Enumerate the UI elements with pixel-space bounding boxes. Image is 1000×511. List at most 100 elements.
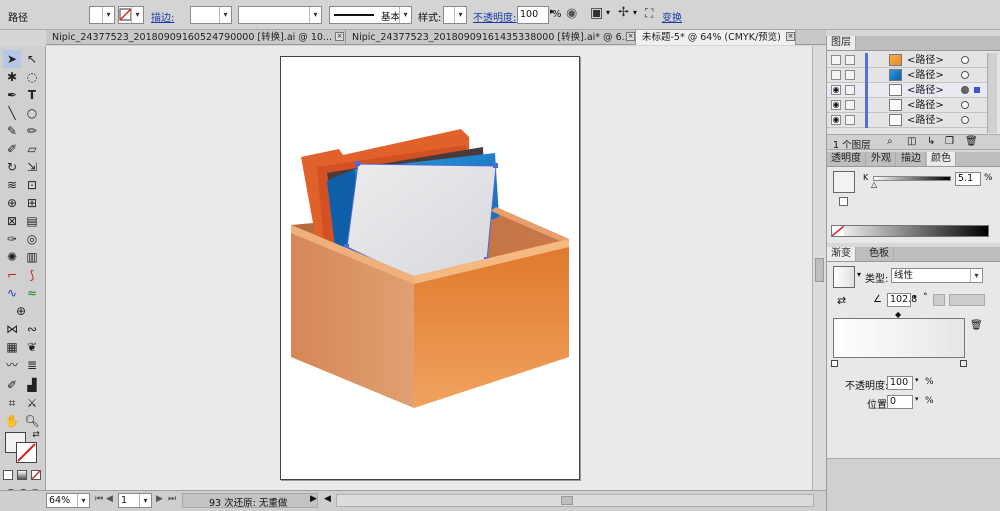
graphic-style-select[interactable]: ▾ [443, 6, 467, 24]
target-icon[interactable] [961, 86, 969, 94]
chevron-down-icon[interactable]: ▾ [857, 270, 861, 279]
ellipse-tool-icon[interactable]: ○ [23, 104, 41, 122]
horizontal-scrollbar[interactable] [336, 494, 814, 507]
lock-toggle[interactable] [845, 55, 855, 65]
gradient-stop-left[interactable] [831, 360, 838, 367]
aspect-ratio-input[interactable] [949, 294, 985, 306]
color-spectrum[interactable] [831, 225, 989, 237]
first-artboard-icon[interactable]: ⏮ [95, 494, 103, 504]
gradient-type-select[interactable]: 线性 ▾ [891, 268, 983, 283]
target-icon[interactable] [961, 71, 969, 79]
tab-layers[interactable]: 图层 [827, 36, 856, 50]
hand-tool-icon[interactable]: ✋ [3, 412, 21, 430]
magic-wand-tool-icon[interactable]: ✱ [3, 68, 21, 86]
none-mode-icon[interactable] [31, 470, 41, 480]
transform-link[interactable]: 变换 [662, 9, 682, 24]
lock-toggle[interactable] [845, 100, 855, 110]
target-tool-icon[interactable]: ⊕ [12, 302, 30, 320]
artboard-number-select[interactable]: 1 ▾ [118, 493, 152, 508]
scroll-left-icon[interactable]: ◀ [324, 494, 331, 504]
type-tool-icon[interactable]: T [23, 86, 41, 104]
shape-builder-tool-icon[interactable]: ⊕ [3, 194, 21, 212]
anchor-point[interactable] [355, 161, 360, 166]
fill-color-swatch[interactable]: ▾ [89, 6, 115, 24]
tab-color[interactable]: 颜色 [927, 152, 956, 166]
swap-icon[interactable]: ⇄ [27, 426, 45, 444]
target-icon[interactable] [961, 101, 969, 109]
next-artboard-icon[interactable]: ▶ [156, 494, 163, 504]
stroke-color-swatch[interactable]: ▾ [118, 6, 144, 24]
zoom-path-tool-icon[interactable]: ≈ [23, 284, 41, 302]
twirl-tool-icon[interactable]: ❦ [23, 338, 41, 356]
brush-definition-select[interactable]: 基本 ▾ [329, 6, 412, 24]
chevron-down-icon[interactable]: ▾ [633, 8, 637, 17]
layer-row[interactable]: <路径> [827, 68, 997, 83]
mesh-tool-icon[interactable]: ⊠ [3, 212, 21, 230]
line-tool-icon[interactable]: ╲ [3, 104, 21, 122]
anchor-point[interactable] [493, 163, 498, 168]
box-illustration[interactable] [281, 57, 581, 481]
rotate-tool-icon[interactable]: ↻ [3, 158, 21, 176]
stroke-weight-select[interactable]: ▾ [190, 6, 232, 24]
smooth-tool-icon[interactable]: 〰 [3, 356, 21, 374]
new-layer-icon[interactable]: ❐ [945, 136, 954, 147]
gradient-tool-icon[interactable]: ▤ [23, 212, 41, 230]
blend-tool-icon[interactable]: ◎ [23, 230, 41, 248]
close-icon[interactable]: × [335, 32, 344, 41]
align-tool-icon[interactable]: ≣ [23, 356, 41, 374]
last-artboard-icon[interactable]: ⏭ [168, 494, 176, 504]
opacity-input[interactable]: 100 [517, 6, 549, 24]
selection-tool-icon[interactable]: ➤ [3, 50, 21, 68]
gradient-swatch[interactable] [833, 266, 855, 288]
target-icon[interactable] [961, 56, 969, 64]
aspect-ratio-icon[interactable] [933, 294, 945, 306]
width-tool-icon[interactable]: ⋈ [3, 320, 21, 338]
close-icon[interactable]: × [626, 32, 635, 41]
scale-tool-icon[interactable]: ⇲ [23, 158, 41, 176]
blob-brush-tool-icon[interactable]: ✐ [3, 140, 21, 158]
pen-tool-icon[interactable]: ✒ [3, 86, 21, 104]
angle-input[interactable]: 102.8 [887, 293, 917, 307]
isolate-icon[interactable]: ⛶ [645, 6, 653, 21]
eraser-tool-icon[interactable]: ▱ [23, 140, 41, 158]
selection-indicator[interactable] [974, 87, 980, 93]
eyedropper-tool-icon[interactable]: ✑ [3, 230, 21, 248]
status-menu-icon[interactable]: ▶ [310, 494, 317, 504]
paintbrush-tool-icon[interactable]: ✎ [3, 122, 21, 140]
tab-document-active[interactable]: 未标题-5* @ 64% (CMYK/预览) [636, 30, 796, 45]
graph-tool-icon[interactable]: ▥ [23, 248, 41, 266]
artboard-tool-icon[interactable]: ⌐ [3, 266, 21, 284]
chevron-down-icon[interactable]: ▾ [913, 293, 917, 301]
stop-opacity-input[interactable]: 100 [887, 376, 913, 390]
tab-gradient[interactable]: 渐变 [827, 247, 856, 261]
tab-document-2[interactable]: Nipic_24377523_20180909161435338000 [转换]… [346, 30, 636, 45]
k-value-input[interactable]: 5.1 [955, 172, 981, 186]
close-icon[interactable]: × [786, 32, 795, 41]
align-icon[interactable]: ✢ [618, 5, 629, 20]
column-graph-tool-icon[interactable]: ▦ [3, 338, 21, 356]
shaper-tool-icon[interactable]: ∾ [23, 320, 41, 338]
opacity-link[interactable]: 不透明度: [473, 9, 516, 24]
delete-layer-icon[interactable]: 🗑︎ [965, 136, 978, 147]
layer-row-selected[interactable]: ◉ <路径> [827, 83, 997, 98]
gradient-stop-right[interactable] [960, 360, 967, 367]
eye-icon[interactable]: ◉ [831, 85, 841, 95]
layer-row[interactable]: <路径> [827, 53, 997, 68]
clipping-mask-icon[interactable]: ◫ [907, 136, 916, 147]
lock-toggle[interactable] [845, 115, 855, 125]
zoom-select[interactable]: 64% ▾ [46, 493, 90, 508]
tab-document-1[interactable]: Nipic_24377523_20180909160524790000 [转换]… [46, 30, 346, 45]
layers-scrollbar[interactable] [987, 53, 997, 133]
locate-object-icon[interactable]: ⌕ [887, 136, 893, 147]
stroke-swatch[interactable] [16, 442, 37, 463]
eye-icon[interactable]: ◉ [831, 100, 841, 110]
previous-artboard-icon[interactable]: ◀ [106, 494, 113, 504]
chevron-down-icon[interactable]: ▾ [915, 395, 919, 403]
lasso-tool-icon[interactable]: ◌ [23, 68, 41, 86]
fill-swatch[interactable] [833, 171, 855, 193]
k-slider[interactable] [873, 176, 951, 181]
crop-tool-icon[interactable]: ⌗ [3, 394, 21, 412]
stroke-swatch[interactable] [839, 197, 848, 206]
recolor-icon[interactable]: ◉ [566, 6, 577, 21]
tab-swatches[interactable]: 色板 [865, 247, 894, 261]
